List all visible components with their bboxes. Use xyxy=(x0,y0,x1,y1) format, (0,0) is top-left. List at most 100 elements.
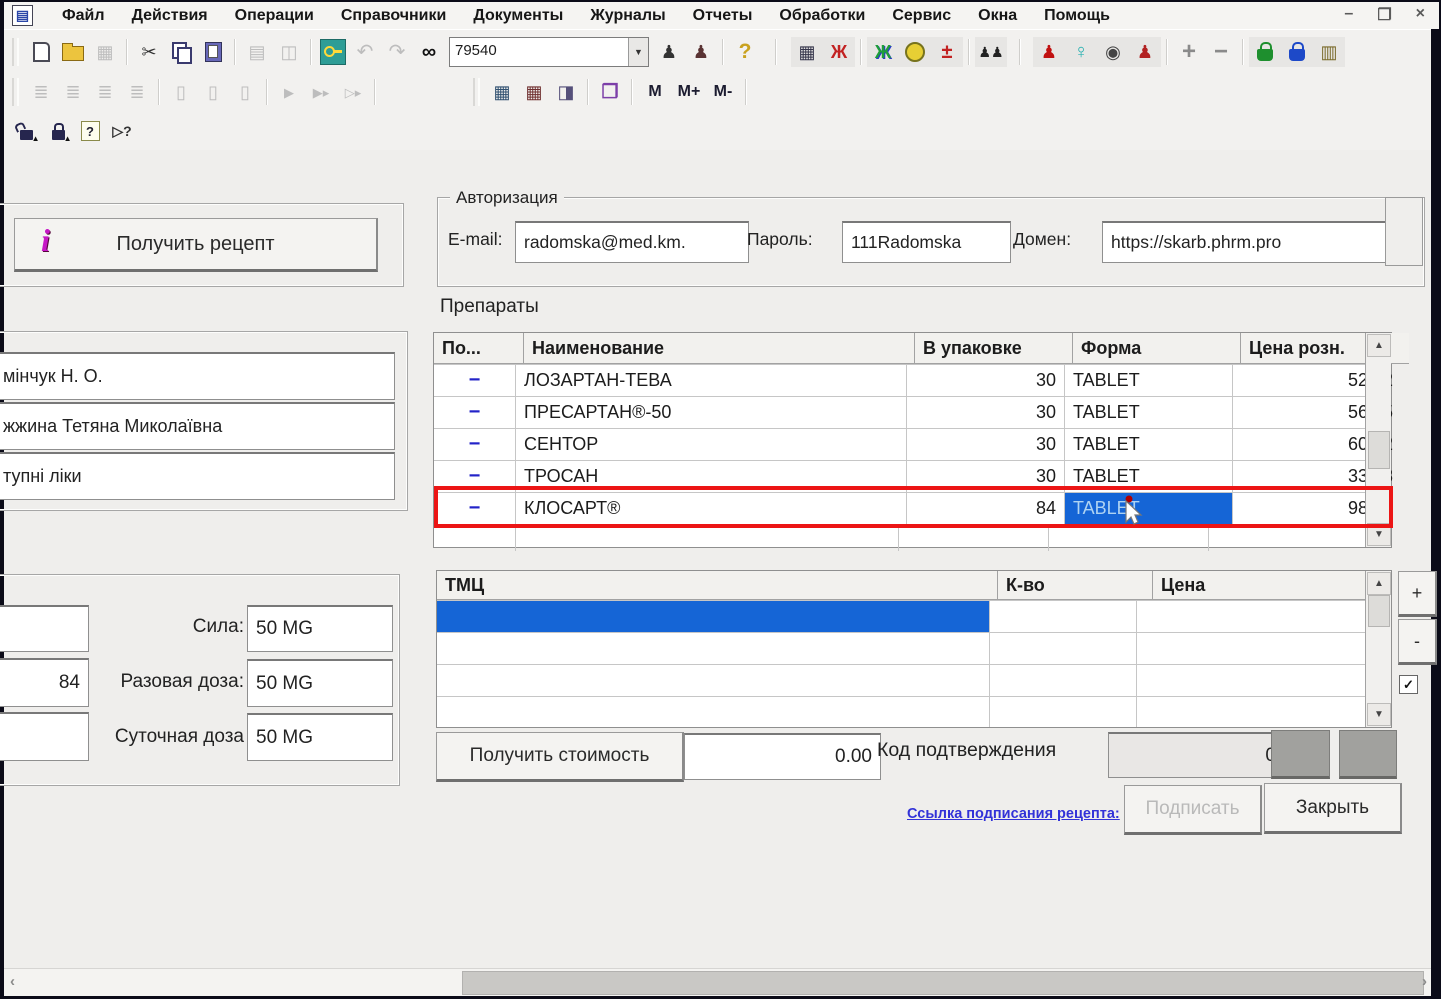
tmc-cell[interactable] xyxy=(437,697,990,727)
password-field[interactable]: 111Radomska xyxy=(842,221,1011,263)
menu-directories[interactable]: Справочники xyxy=(341,7,447,25)
get-cost-button[interactable]: Получить стоимость xyxy=(436,732,684,782)
tree-level-icon[interactable]: ≣ xyxy=(25,77,57,107)
drug-form-cell-selected[interactable]: TABLET xyxy=(1065,493,1233,524)
drug-name-cell[interactable]: ЛОЗАРТАН-ТЕВА xyxy=(516,365,907,396)
menu-reports[interactable]: Отчеты xyxy=(693,7,753,25)
calendar-calculator-icon[interactable]: ▦ xyxy=(518,77,550,107)
close-button[interactable]: Закрыть xyxy=(1264,783,1402,834)
menu-service[interactable]: Сервис xyxy=(892,7,951,25)
drug-pack-cell[interactable]: 30 xyxy=(907,365,1065,396)
people-icon[interactable]: ♟♟ xyxy=(975,36,1007,67)
combo-dropdown-icon[interactable]: ▼ xyxy=(628,37,648,66)
doctor-field[interactable]: мінчук Н. О. xyxy=(0,352,395,400)
email-field[interactable]: radomska@med.km. xyxy=(515,221,749,263)
tmc-scrollbar[interactable]: ▲ ▼ xyxy=(1365,571,1391,727)
drugs-col-name[interactable]: Наименование xyxy=(524,333,915,364)
minimize-icon[interactable]: – xyxy=(1344,5,1353,25)
code-action-button-1[interactable] xyxy=(1271,730,1330,779)
open-folder-icon[interactable] xyxy=(57,37,89,67)
drugs-col-form[interactable]: Форма xyxy=(1073,333,1241,364)
menu-file[interactable]: Файл xyxy=(62,7,105,25)
drug-name-cell[interactable]: КЛОСАРТ® xyxy=(516,493,907,524)
doc-delete-icon[interactable]: ▯ xyxy=(229,77,261,107)
sign-recipe-link[interactable]: Ссылка подписания рецепта: xyxy=(907,806,1120,822)
scroll-down-icon[interactable]: ▼ xyxy=(1367,703,1391,726)
drugs-row[interactable]: − ПРЕСАРТАН®-50 30 TABLET 56.85 xyxy=(434,397,1393,429)
copy-icon[interactable] xyxy=(165,37,197,67)
key-permissions-icon[interactable] xyxy=(317,37,349,67)
doc-blank-icon[interactable]: ▯ xyxy=(197,77,229,107)
horizontal-scrollbar[interactable]: ‹ › xyxy=(4,968,1431,996)
drugs-col-status[interactable]: По... xyxy=(434,333,524,364)
program-field[interactable]: тупні ліки xyxy=(0,452,395,500)
drugs-row[interactable]: − ЛОЗАРТАН-ТЕВА 30 TABLET 52.52 xyxy=(434,365,1393,397)
drugs-empty-row[interactable] xyxy=(434,525,1391,551)
redo-icon[interactable]: ↷ xyxy=(381,37,413,67)
menu-documents[interactable]: Документы xyxy=(473,7,563,25)
close-icon[interactable]: × xyxy=(1416,5,1425,25)
context-help-icon[interactable]: ▷? xyxy=(106,116,138,146)
tmc-row[interactable] xyxy=(437,665,1391,697)
save-icon[interactable]: ▦ xyxy=(89,37,121,67)
drug-form-cell[interactable]: TABLET xyxy=(1065,365,1233,396)
tmc-remove-button[interactable]: - xyxy=(1398,619,1437,665)
walking-person-icon[interactable]: ♟ xyxy=(1129,36,1161,67)
report-table-icon[interactable]: ▦ xyxy=(791,36,823,67)
menu-help[interactable]: Помощь xyxy=(1044,7,1110,25)
tmc-cell[interactable] xyxy=(1137,665,1367,696)
help-box-icon[interactable]: ? xyxy=(74,116,106,146)
scroll-up-icon[interactable]: ▲ xyxy=(1367,334,1391,357)
drugs-row[interactable]: − ТРОСАН 30 TABLET 33.88 xyxy=(434,461,1393,493)
drug-form-cell[interactable]: TABLET xyxy=(1065,461,1233,492)
strength-field[interactable]: 50 MG xyxy=(247,605,393,652)
coin-icon[interactable] xyxy=(899,36,931,67)
tree-collapse-icon[interactable]: ≣ xyxy=(89,77,121,107)
drug-name-cell[interactable]: СЕНТОР xyxy=(516,429,907,460)
tmc-col-price[interactable]: Цена xyxy=(1153,571,1391,600)
sign-button[interactable]: Подписать xyxy=(1124,785,1262,835)
drug-pack-cell[interactable]: 84 xyxy=(907,493,1065,524)
image-search-icon[interactable]: ◨ xyxy=(550,77,582,107)
tree-expand-icon[interactable]: ≣ xyxy=(57,77,89,107)
tmc-col-qty[interactable]: К-во xyxy=(998,571,1153,600)
scroll-thumb[interactable] xyxy=(1368,595,1390,627)
drug-pack-cell[interactable]: 30 xyxy=(907,397,1065,428)
scroll-down-icon[interactable]: ▼ xyxy=(1367,523,1391,546)
find-replace-person-icon[interactable]: ♟ xyxy=(685,37,717,67)
menu-operations[interactable]: Операции xyxy=(235,7,314,25)
scroll-right-icon[interactable]: › xyxy=(1422,973,1427,990)
tmc-cell[interactable] xyxy=(990,697,1137,727)
tmc-row-selected[interactable] xyxy=(437,601,1391,633)
cut-icon[interactable]: ✂ xyxy=(133,37,165,67)
undo-icon[interactable]: ↶ xyxy=(349,37,381,67)
calculator-icon[interactable]: ▦ xyxy=(486,77,518,107)
memory-button[interactable]: M xyxy=(638,78,672,106)
single-dose-field[interactable]: 50 MG xyxy=(247,659,393,707)
disc-icon[interactable]: ◉ xyxy=(1097,36,1129,67)
tmc-cell[interactable] xyxy=(437,665,990,696)
play-step-icon[interactable]: ▶▸ xyxy=(305,77,337,107)
cabinet-icon[interactable]: ▥ xyxy=(1313,36,1345,67)
toolbar-grip[interactable] xyxy=(473,78,480,106)
daily-dose-field[interactable]: 50 MG xyxy=(247,713,393,761)
find-person-icon[interactable]: ♟ xyxy=(653,37,685,67)
find-binoculars-icon[interactable]: ∞ xyxy=(413,37,445,67)
doc-template-icon[interactable]: ▯ xyxy=(165,77,197,107)
drug-name-cell[interactable]: ПРЕСАРТАН®-50 xyxy=(516,397,907,428)
plus-minus-icon[interactable]: ± xyxy=(931,36,963,67)
drugs-col-pack[interactable]: В упаковке xyxy=(915,333,1073,364)
tmc-cell[interactable] xyxy=(437,633,990,664)
green-bag-icon[interactable] xyxy=(1249,36,1281,67)
tmc-row[interactable] xyxy=(437,697,1391,727)
book-icon[interactable]: ❒ xyxy=(594,77,626,107)
new-document-icon[interactable] xyxy=(25,37,57,67)
tmc-checkbox[interactable]: ✓ xyxy=(1399,675,1418,694)
tmc-cell[interactable] xyxy=(990,633,1137,664)
remove-minus-icon[interactable]: − xyxy=(1205,37,1237,67)
lock-icon[interactable] xyxy=(42,116,74,146)
menu-processing[interactable]: Обработки xyxy=(779,7,865,25)
tmc-row[interactable] xyxy=(437,633,1391,665)
tmc-cell[interactable] xyxy=(990,601,1137,632)
code-action-button-2[interactable] xyxy=(1339,730,1397,779)
